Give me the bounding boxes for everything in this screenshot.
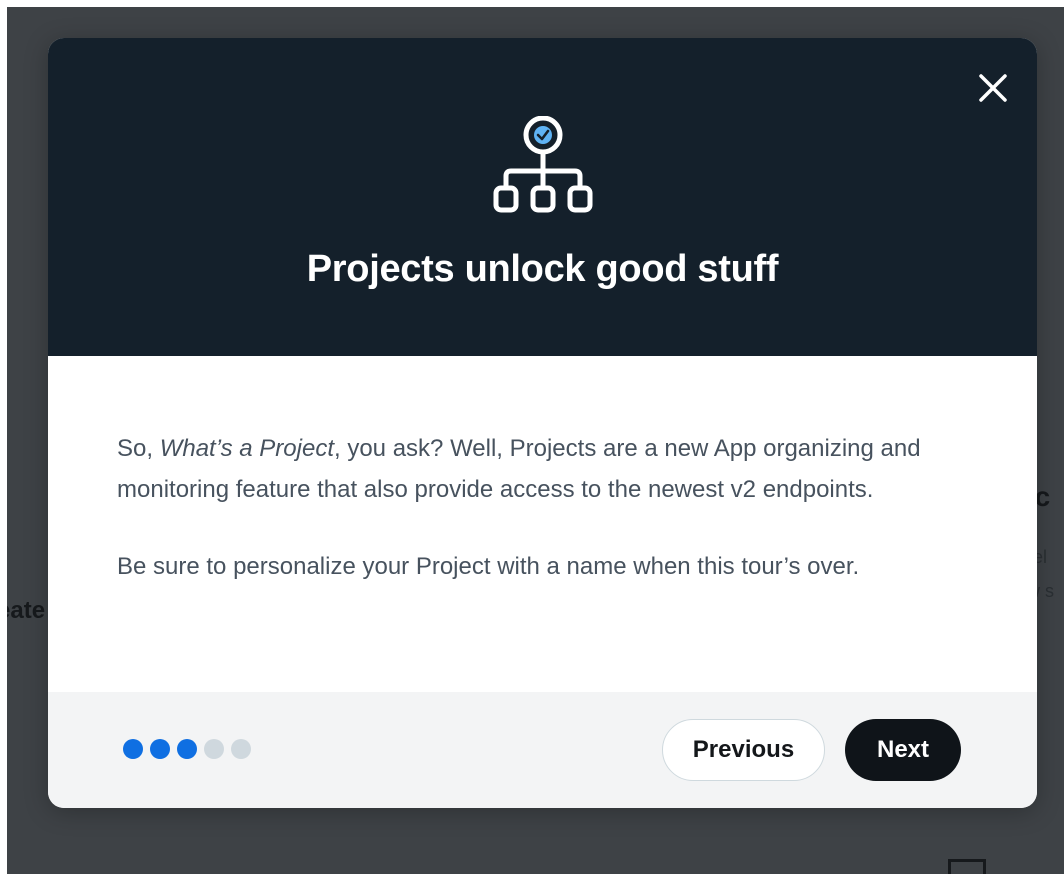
background-box bbox=[948, 859, 986, 874]
step-dot bbox=[123, 739, 143, 759]
modal-footer: Previous Next bbox=[48, 692, 1037, 808]
background-text-fragment: eate bbox=[7, 597, 46, 624]
tour-progress-stepper bbox=[123, 739, 251, 759]
next-button[interactable]: Next bbox=[845, 719, 961, 781]
close-icon bbox=[979, 74, 1007, 102]
close-button[interactable] bbox=[973, 68, 1013, 108]
step-dot bbox=[204, 739, 224, 759]
project-hierarchy-icon bbox=[493, 116, 593, 213]
emphasized-question: What’s a Project bbox=[159, 435, 334, 462]
step-dot bbox=[150, 739, 170, 759]
modal-body: So, What’s a Project, you ask? Well, Pro… bbox=[117, 428, 987, 587]
step-dot bbox=[177, 739, 197, 759]
intro-paragraph: So, What’s a Project, you ask? Well, Pro… bbox=[117, 435, 921, 503]
previous-button[interactable]: Previous bbox=[662, 719, 825, 781]
modal-header: Projects unlock good stuff bbox=[48, 38, 1037, 356]
personalize-paragraph: Be sure to personalize your Project with… bbox=[117, 553, 860, 580]
step-dot bbox=[231, 739, 251, 759]
modal-title: Projects unlock good stuff bbox=[306, 248, 779, 290]
onboarding-tour-modal: Projects unlock good stuff So, What’s a … bbox=[48, 38, 1037, 808]
